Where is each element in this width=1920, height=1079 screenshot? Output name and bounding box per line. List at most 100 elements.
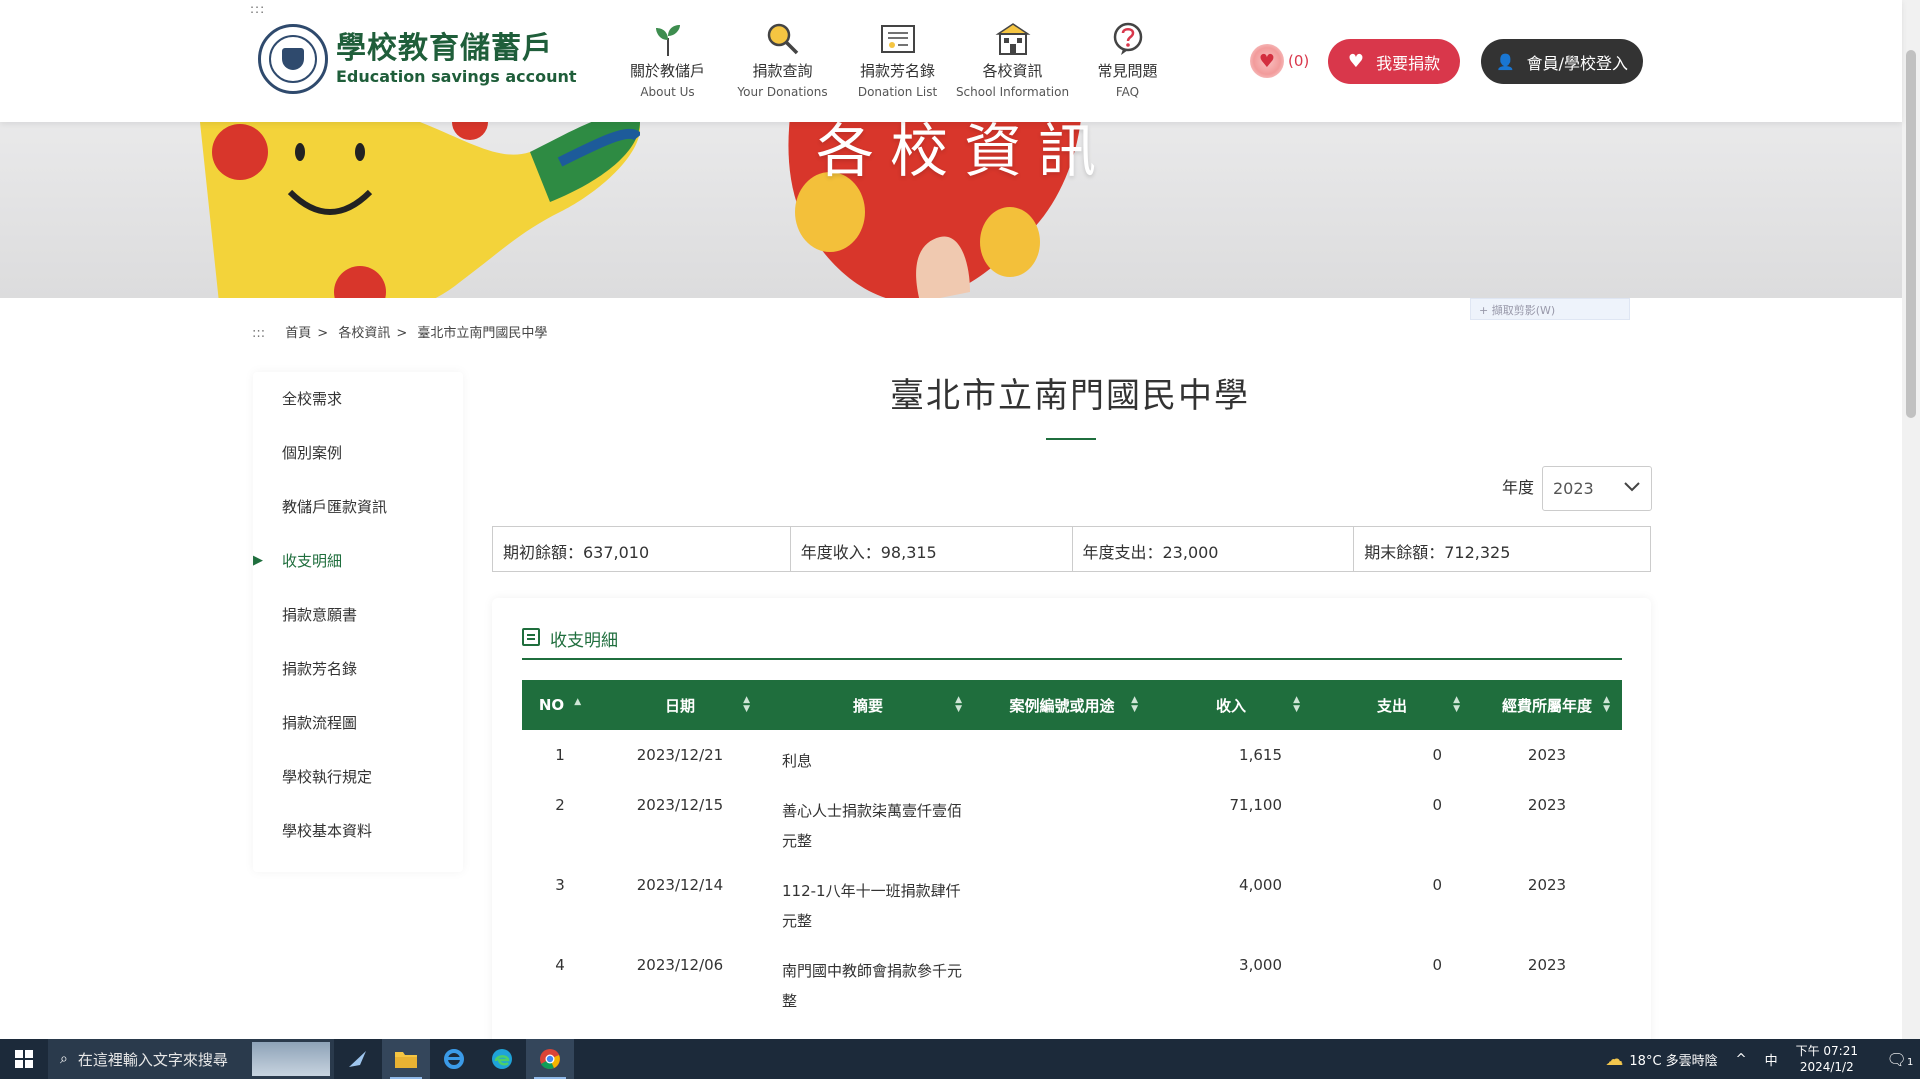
sort-icon: ▲ ▼ bbox=[743, 695, 750, 714]
sort-icon: ▲ ▼ bbox=[1603, 695, 1610, 714]
windows-logo-icon bbox=[15, 1050, 33, 1068]
col-summary[interactable]: 摘要 ▲ ▼ bbox=[762, 680, 974, 730]
sort-icon: ▲ ▼ bbox=[1131, 695, 1138, 714]
annual-income: 年度收入：98,315 bbox=[791, 527, 1073, 571]
folder-icon bbox=[395, 1052, 417, 1068]
weather-cloud-icon: ☁ bbox=[1605, 1048, 1624, 1070]
sidebar-item-income-expense[interactable]: ▶ 收支明細 bbox=[253, 534, 463, 588]
page-banner: 各校資訊 bbox=[0, 122, 1902, 298]
logo-title-en: Education savings account bbox=[336, 67, 577, 86]
nav-about[interactable]: 關於教儲戶 About Us bbox=[610, 20, 725, 99]
sidebar-item-rules[interactable]: 學校執行規定 bbox=[253, 750, 463, 804]
tray-chevron-up-icon[interactable]: ^ bbox=[1736, 1052, 1747, 1067]
table-row: 1 2023/12/21 利息 1,615 0 2023 bbox=[555, 746, 1567, 770]
weather-text[interactable]: 18°C 多雲時陰 bbox=[1629, 1050, 1717, 1069]
start-button[interactable] bbox=[0, 1039, 48, 1079]
access-key-top[interactable]: ::: bbox=[250, 2, 265, 16]
table-row: 4 2023/12/06 南門國中教師會捐款參千元整 3,000 0 2023 bbox=[555, 956, 1567, 1010]
favorites-counter[interactable]: ♥ (0) bbox=[1250, 44, 1309, 78]
col-fund-year[interactable]: 經費所屬年度 ▲ ▼ bbox=[1472, 680, 1622, 730]
banner-title: 各校資訊 bbox=[816, 122, 1113, 185]
page-scrollbar[interactable] bbox=[1902, 0, 1920, 1039]
nav-school-information[interactable]: 各校資訊 School Information bbox=[955, 20, 1070, 99]
taskbar-file-explorer[interactable] bbox=[382, 1039, 430, 1079]
access-key-content[interactable]: ::: bbox=[252, 326, 265, 341]
table-row: 2 2023/12/15 善心人士捐款柒萬壹仟壹佰元整 71,100 0 202… bbox=[555, 796, 1567, 850]
ie-icon bbox=[444, 1049, 464, 1069]
taskbar-app-generic[interactable] bbox=[334, 1039, 382, 1079]
page: ::: 學校教育儲蓄戶 Education savings account 關於… bbox=[0, 0, 1920, 1079]
breadcrumb-current: 臺北市立南門國民中學 bbox=[417, 326, 548, 341]
table-row: 3 2023/12/14 112-1八年十一班捐款肆仟元整 4,000 0 20… bbox=[555, 876, 1567, 930]
page-title: 臺北市立南門國民中學 bbox=[890, 376, 1250, 416]
sidebar-item-cases[interactable]: 個別案例 bbox=[253, 426, 463, 480]
breadcrumb-school-info[interactable]: 各校資訊 bbox=[338, 326, 390, 341]
sort-icon: ▲ ▼ bbox=[1293, 695, 1300, 714]
favorites-count: (0) bbox=[1288, 52, 1310, 70]
site-logo[interactable]: 學校教育儲蓄戶 Education savings account bbox=[258, 24, 577, 94]
scrollbar-thumb[interactable] bbox=[1906, 50, 1916, 418]
system-tray: ☁ 18°C 多雲時陰 ^ 中 下午 07:21 2024/1/2 🗨1 bbox=[1605, 1039, 1920, 1079]
sidebar-item-donation-form[interactable]: 捐款意願書 bbox=[253, 588, 463, 642]
breadcrumb-home[interactable]: 首頁 bbox=[285, 326, 311, 341]
ministry-seal-icon bbox=[258, 24, 328, 94]
nav-your-donations[interactable]: 捐款查詢 Your Donations bbox=[725, 20, 840, 99]
title-underline bbox=[1046, 438, 1096, 440]
sidebar-item-donor-list[interactable]: 捐款芳名錄 bbox=[253, 642, 463, 696]
sprout-icon bbox=[610, 20, 725, 56]
sort-asc-icon: ▲ bbox=[574, 697, 582, 707]
chrome-icon bbox=[540, 1049, 560, 1069]
taskbar-search[interactable]: ⌕ 在這裡輸入文字來搜尋 bbox=[48, 1039, 334, 1079]
sidebar-item-school-profile[interactable]: 學校基本資料 bbox=[253, 804, 463, 858]
col-income[interactable]: 收入 ▲ ▼ bbox=[1150, 680, 1312, 730]
notification-count: 1 bbox=[1906, 1056, 1914, 1068]
search-icon: ⌕ bbox=[60, 1051, 68, 1067]
ime-indicator[interactable]: 中 bbox=[1765, 1050, 1778, 1069]
donate-button[interactable]: ♥ 我要捐款 bbox=[1328, 39, 1460, 84]
year-label: 年度 bbox=[1502, 478, 1535, 497]
sidebar-item-remittance-info[interactable]: 教儲戶匯款資訊 bbox=[253, 480, 463, 534]
annual-expense: 年度支出：23,000 bbox=[1073, 527, 1355, 571]
panel-header: 收支明細 bbox=[522, 626, 1622, 660]
active-arrow-icon: ▶ bbox=[253, 553, 263, 568]
question-icon bbox=[1070, 20, 1185, 56]
income-expense-table: NO ▲ 日期 ▲ ▼ 摘要 ▲ ▼ 案例編號或用途 ▲ ▼ 收入 ▲ ▼ 支出 ▲ ▼ 經費所屬年度… bbox=[522, 680, 1622, 1020]
sidebar-item-donation-flow[interactable]: 捐款流程圖 bbox=[253, 696, 463, 750]
panel-title: 收支明細 bbox=[550, 631, 618, 651]
main-nav: 關於教儲戶 About Us 捐款查詢 Your Donations 捐款芳名錄… bbox=[610, 20, 1185, 99]
col-case-purpose[interactable]: 案例編號或用途 ▲ ▼ bbox=[974, 680, 1150, 730]
chevron-down-icon bbox=[1623, 477, 1641, 499]
yellow-hand-illustration bbox=[200, 122, 640, 298]
breadcrumb: ::: 首頁 > 各校資訊 > 臺北市立南門國民中學 bbox=[252, 326, 548, 341]
col-expense[interactable]: 支出 ▲ ▼ bbox=[1312, 680, 1472, 730]
windows-taskbar: ⌕ 在這裡輸入文字來搜尋 ☁ 18°C 多雲時陰 ^ 中 下午 07:21 20… bbox=[0, 1039, 1920, 1079]
logo-title-zh: 學校教育儲蓄戶 bbox=[336, 31, 553, 66]
col-date[interactable]: 日期 ▲ ▼ bbox=[598, 680, 762, 730]
taskbar-internet-explorer[interactable] bbox=[430, 1039, 478, 1079]
nav-donation-list[interactable]: 捐款芳名錄 Donation List bbox=[840, 20, 955, 99]
capture-overlay[interactable]: + 擷取剪影(W) bbox=[1470, 298, 1630, 320]
nav-faq[interactable]: 常見問題 FAQ bbox=[1070, 20, 1185, 99]
notification-center[interactable]: 🗨1 bbox=[1880, 1050, 1920, 1069]
closing-balance: 期末餘額：712,325 bbox=[1364, 543, 1511, 562]
document-icon bbox=[522, 628, 540, 646]
magnifier-icon bbox=[725, 20, 840, 56]
year-select[interactable]: 2023 bbox=[1542, 466, 1652, 511]
balance-summary: 期初餘額：637,010 年度收入：98,315 年度支出：23,000 期末餘… bbox=[492, 526, 1651, 572]
login-button[interactable]: 👤 會員/學校登入 bbox=[1481, 39, 1643, 84]
edge-icon bbox=[492, 1049, 512, 1069]
app-feather-icon bbox=[349, 1051, 366, 1067]
site-header: ::: 學校教育儲蓄戶 Education savings account 關於… bbox=[0, 0, 1902, 122]
search-highlight-image bbox=[252, 1042, 330, 1076]
sidebar-item-school-needs[interactable]: 全校需求 bbox=[253, 372, 463, 426]
taskbar-chrome[interactable] bbox=[526, 1039, 574, 1079]
sort-icon: ▲ ▼ bbox=[1453, 695, 1460, 714]
certificate-icon bbox=[840, 20, 955, 56]
taskbar-edge[interactable] bbox=[478, 1039, 526, 1079]
user-icon: 👤 bbox=[1495, 52, 1515, 71]
notification-icon: 🗨 bbox=[1886, 1049, 1907, 1069]
sidebar-menu: 全校需求 個別案例 教儲戶匯款資訊 ▶ 收支明細 捐款意願書 捐款芳名錄 捐款流… bbox=[253, 372, 463, 872]
taskbar-clock[interactable]: 下午 07:21 2024/1/2 bbox=[1796, 1043, 1858, 1075]
col-no[interactable]: NO ▲ bbox=[522, 680, 598, 730]
school-icon bbox=[955, 20, 1070, 56]
